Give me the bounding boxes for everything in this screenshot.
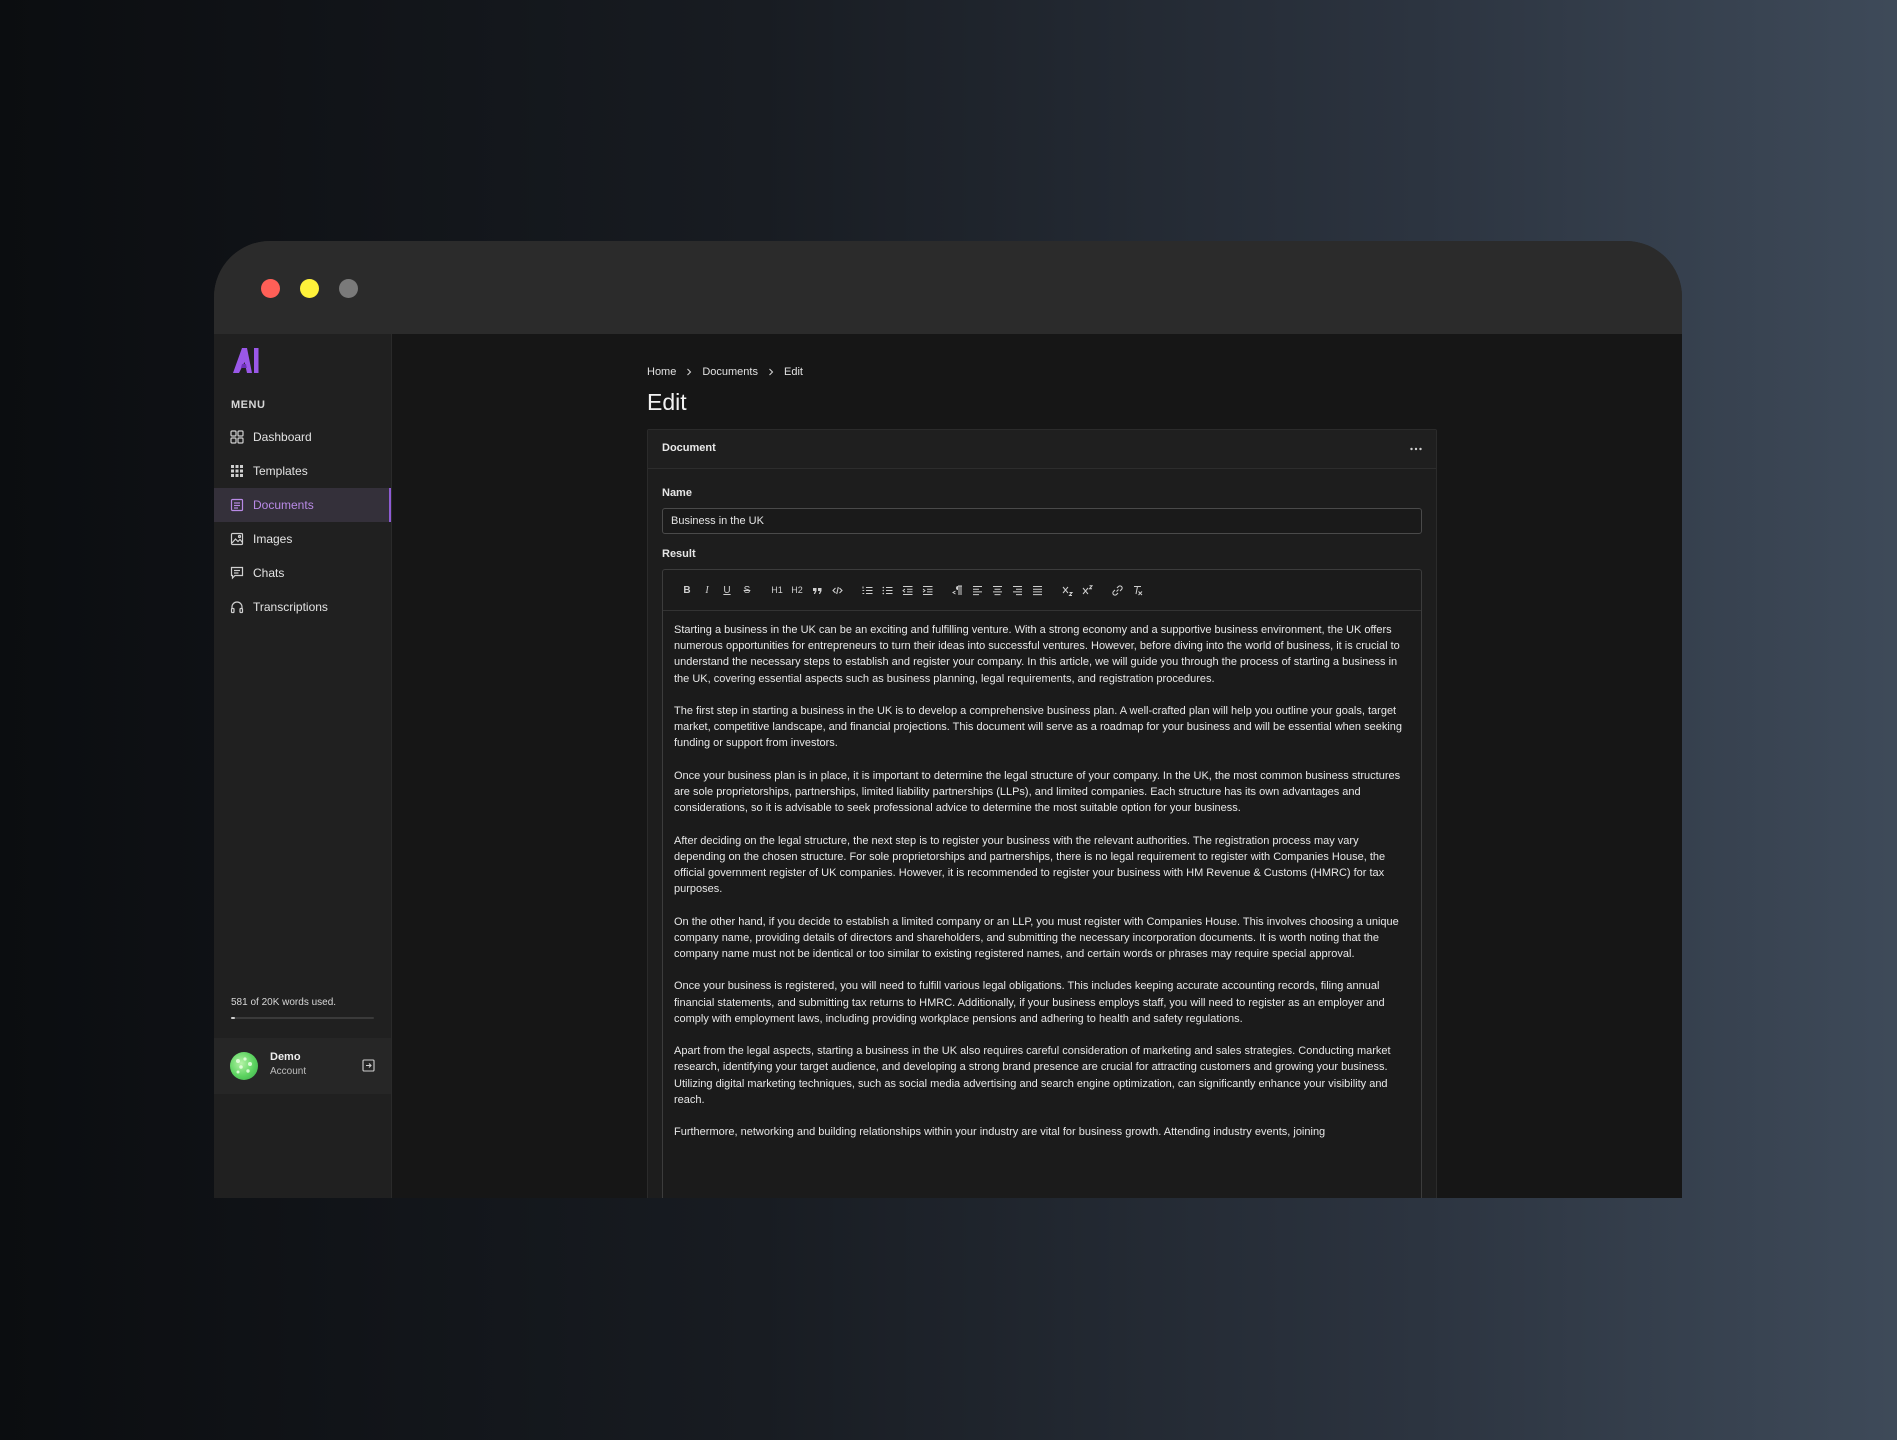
window-close-button[interactable] xyxy=(261,279,280,298)
avatar[interactable] xyxy=(230,1052,258,1080)
heading-1-label: H1 xyxy=(771,585,783,595)
heading-1-button[interactable]: H1 xyxy=(767,580,787,600)
sidebar-item-label: Images xyxy=(253,532,293,546)
sidebar-item-transcriptions[interactable]: Transcriptions xyxy=(214,590,391,624)
document-icon xyxy=(230,498,244,512)
ai-logo-icon[interactable] xyxy=(230,344,262,376)
subscript-icon[interactable] xyxy=(1057,580,1077,600)
sidebar-item-documents[interactable]: Documents xyxy=(214,488,391,522)
link-icon[interactable] xyxy=(1107,580,1127,600)
chat-icon xyxy=(230,566,244,580)
paragraph: The first step in starting a business in… xyxy=(674,705,1403,750)
sidebar-item-label: Transcriptions xyxy=(253,600,328,614)
sidebar-item-label: Dashboard xyxy=(253,430,312,444)
paragraph: Apart from the legal aspects, starting a… xyxy=(674,1045,1391,1106)
align-justify-icon[interactable] xyxy=(1027,580,1047,600)
menu-heading: MENU xyxy=(231,399,266,411)
card-title: Document xyxy=(662,442,716,454)
sidebar-item-templates[interactable]: Templates xyxy=(214,454,391,488)
align-center-icon[interactable] xyxy=(987,580,1007,600)
breadcrumb-home[interactable]: Home xyxy=(647,366,676,378)
italic-button[interactable]: I xyxy=(697,580,717,600)
card-header: Document xyxy=(648,430,1436,469)
paragraph: Once your business plan is in place, it … xyxy=(674,769,1401,815)
headphones-icon xyxy=(230,600,244,614)
result-label: Result xyxy=(662,548,696,560)
editor-toolbar: B I U S H1 H2 xyxy=(663,570,1421,611)
page-title: Edit xyxy=(647,389,687,415)
sidebar-item-label: Documents xyxy=(253,498,314,512)
heading-2-label: H2 xyxy=(791,585,803,595)
sidebar-nav: Dashboard Templates Documents Images Cha… xyxy=(214,420,391,624)
sidebar: MENU Dashboard Templates Documents Image… xyxy=(214,334,392,1198)
usage-progress-bar xyxy=(231,1017,374,1019)
account-name: Demo xyxy=(270,1051,301,1063)
sidebar-item-dashboard[interactable]: Dashboard xyxy=(214,420,391,454)
align-left-icon[interactable] xyxy=(967,580,987,600)
image-icon xyxy=(230,532,244,546)
sidebar-item-label: Chats xyxy=(253,566,285,580)
account-subtitle: Account xyxy=(270,1066,307,1077)
strikethrough-button[interactable]: S xyxy=(737,580,757,600)
heading-2-button[interactable]: H2 xyxy=(787,580,807,600)
breadcrumb: Home Documents Edit xyxy=(647,366,803,378)
sidebar-item-label: Templates xyxy=(253,464,308,478)
ordered-list-icon[interactable] xyxy=(857,580,877,600)
paragraph: Furthermore, networking and building rel… xyxy=(674,1126,1326,1139)
rich-text-editor[interactable]: B I U S H1 H2 Starting a business in the… xyxy=(662,569,1422,1198)
name-input[interactable] xyxy=(662,508,1422,534)
align-right-icon[interactable] xyxy=(1007,580,1027,600)
window-zoom-button[interactable] xyxy=(339,279,358,298)
bullet-list-icon[interactable] xyxy=(877,580,897,600)
paragraph: Starting a business in the UK can be an … xyxy=(674,624,1400,685)
usage-progress-fill xyxy=(231,1017,236,1019)
quote-icon[interactable] xyxy=(807,580,827,600)
code-icon[interactable] xyxy=(827,580,847,600)
grid-icon xyxy=(230,430,244,444)
name-label: Name xyxy=(662,487,692,499)
sidebar-item-chats[interactable]: Chats xyxy=(214,556,391,590)
logout-icon[interactable] xyxy=(362,1059,375,1072)
text-direction-icon[interactable] xyxy=(947,580,967,600)
sidebar-item-images[interactable]: Images xyxy=(214,522,391,556)
breadcrumb-documents[interactable]: Documents xyxy=(702,366,758,378)
usage-text: 581 of 20K words used. xyxy=(231,997,337,1008)
app-body: MENU Dashboard Templates Documents Image… xyxy=(214,334,1682,1198)
document-card: Document Name Result B I U S H1 xyxy=(647,429,1437,1198)
app-window: MENU Dashboard Templates Documents Image… xyxy=(214,241,1682,1198)
clear-format-icon[interactable] xyxy=(1127,580,1147,600)
editor-content[interactable]: Starting a business in the UK can be an … xyxy=(663,611,1421,1140)
indent-icon[interactable] xyxy=(917,580,937,600)
main-content: Home Documents Edit Edit Document Name R… xyxy=(392,334,1682,1198)
chevron-right-icon xyxy=(685,368,693,376)
bold-button[interactable]: B xyxy=(677,580,697,600)
paragraph: After deciding on the legal structure, t… xyxy=(674,834,1386,896)
window-minimize-button[interactable] xyxy=(300,279,319,298)
underline-button[interactable]: U xyxy=(717,580,737,600)
chevron-right-icon xyxy=(767,368,775,376)
more-options-icon[interactable] xyxy=(1408,442,1424,456)
window-titlebar xyxy=(214,241,1682,334)
outdent-icon[interactable] xyxy=(897,580,917,600)
paragraph: On the other hand, if you decide to esta… xyxy=(674,915,1399,960)
account-panel[interactable]: Demo Account xyxy=(214,1038,391,1094)
apps-icon xyxy=(230,464,244,478)
paragraph: Once your business is registered, you wi… xyxy=(674,980,1385,1025)
superscript-icon[interactable] xyxy=(1077,580,1097,600)
breadcrumb-edit: Edit xyxy=(783,366,803,378)
